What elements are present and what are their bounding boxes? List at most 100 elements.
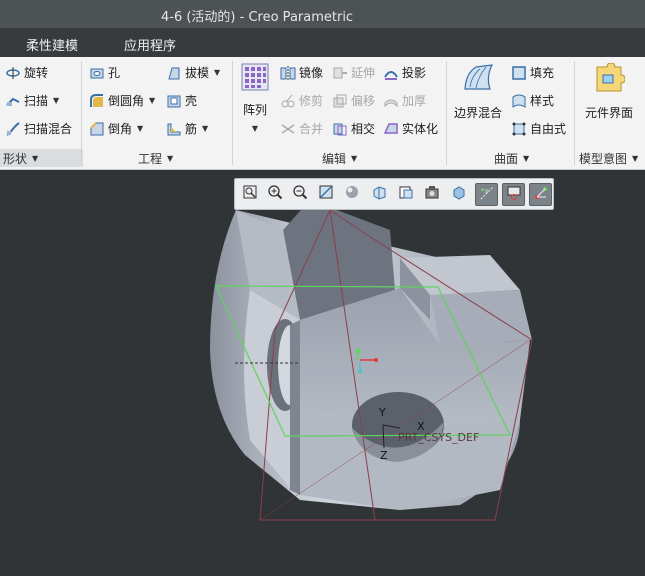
shell-button[interactable]: 壳: [166, 92, 197, 109]
freestyle-button[interactable]: 自由式: [511, 120, 566, 137]
boundary-blend-icon: [462, 63, 494, 93]
round-button[interactable]: 倒圆角 ▼: [89, 92, 155, 109]
freestyle-icon: [511, 121, 527, 137]
tab-flexible-modeling[interactable]: 柔性建模: [26, 35, 78, 54]
solidify-label: 实体化: [402, 122, 439, 136]
merge-icon: [280, 121, 296, 137]
component-interface-icon: [593, 62, 626, 93]
group-label-shape[interactable]: 形状 ▼: [0, 149, 83, 167]
revolve-label: 旋转: [24, 66, 49, 80]
graphics-area[interactable]: Y X Z PRT_CSYS_DEF: [0, 170, 645, 576]
chevron-down-icon: ▼: [167, 153, 174, 163]
rib-label: 筋: [185, 122, 198, 136]
chamfer-dropdown-icon[interactable]: ▼: [137, 124, 143, 133]
sweep-icon: [5, 93, 21, 109]
extend-button[interactable]: 延伸: [332, 64, 375, 81]
group-label-shape-text: 形状: [3, 151, 28, 166]
divider: [574, 61, 575, 165]
display-style-icon: [344, 184, 360, 203]
annotation-display-button[interactable]: [502, 183, 525, 206]
round-dropdown-icon[interactable]: ▼: [149, 96, 155, 105]
shell-icon: [166, 93, 182, 109]
zoom-out-button[interactable]: [289, 183, 310, 204]
merge-button[interactable]: 合并: [280, 120, 323, 137]
datum-display-icon: *x: [479, 185, 495, 204]
draft-icon: [166, 65, 182, 81]
offset-icon: [332, 93, 348, 109]
sweep-dropdown-icon[interactable]: ▼: [53, 96, 59, 105]
mirror-icon: [280, 65, 296, 81]
refit-button[interactable]: [239, 183, 260, 204]
draft-button[interactable]: 拔模 ▼: [166, 64, 220, 81]
pattern-button[interactable]: 阵列 ▼: [240, 63, 270, 133]
chevron-down-icon: ▼: [632, 153, 639, 163]
offset-button[interactable]: 偏移: [332, 92, 375, 109]
extend-icon: [332, 65, 348, 81]
annotation-display-icon: [506, 185, 522, 204]
mirror-button[interactable]: 镜像: [280, 64, 323, 81]
ribbon-tab-bar: 柔性建模 应用程序: [0, 28, 645, 57]
freestyle-label: 自由式: [530, 122, 567, 136]
hole-label: 孔: [108, 66, 121, 80]
draft-label: 拔模: [185, 66, 210, 80]
boundary-blend-button[interactable]: 边界混合: [452, 63, 504, 121]
chamfer-button[interactable]: 倒角 ▼: [89, 120, 143, 137]
axis-z-label: Z: [380, 449, 388, 462]
project-button[interactable]: 投影: [383, 64, 426, 81]
sweep-label: 扫描: [24, 94, 49, 108]
datum-display-button[interactable]: *x: [475, 183, 498, 206]
round-label: 倒圆角: [108, 94, 145, 108]
ribbon: 旋转 扫描 ▼ 扫描混合 形状 ▼ 孔 拔模 ▼ 倒圆角 ▼ 壳 倒角 ▼ 筋 …: [0, 57, 645, 170]
revolve-button[interactable]: 旋转: [5, 64, 48, 81]
fill-label: 填充: [530, 66, 555, 80]
view-manager-button[interactable]: [395, 183, 416, 204]
trim-icon: [280, 93, 296, 109]
refit-icon: [242, 184, 258, 203]
component-interface-button[interactable]: 元件界面: [582, 62, 636, 121]
divider: [81, 61, 82, 165]
axis-y-label: Y: [378, 406, 386, 419]
part-model[interactable]: Y X Z PRT_CSYS_DEF: [0, 170, 645, 576]
display-style-button[interactable]: [341, 183, 362, 204]
offset-label: 偏移: [351, 94, 376, 108]
trim-button[interactable]: 修剪: [280, 92, 323, 109]
saved-orientations-button[interactable]: [368, 183, 389, 204]
graphics-toolbar: *x: [234, 178, 554, 210]
boundary-blend-label: 边界混合: [453, 106, 502, 120]
zoom-in-button[interactable]: [264, 183, 285, 204]
pattern-dropdown-icon[interactable]: ▼: [252, 124, 258, 133]
pattern-icon: [241, 63, 269, 91]
group-label-surfaces[interactable]: 曲面 ▼: [494, 149, 529, 167]
spin-center-button[interactable]: [448, 183, 469, 204]
zoom-out-icon: [292, 184, 308, 203]
chevron-down-icon: ▼: [32, 153, 39, 163]
rib-dropdown-icon[interactable]: ▼: [202, 124, 208, 133]
thicken-icon: [383, 93, 399, 109]
component-interface-label: 元件界面: [584, 106, 633, 120]
chamfer-label: 倒角: [108, 122, 133, 136]
tab-applications[interactable]: 应用程序: [124, 35, 176, 54]
perspective-icon: [424, 184, 440, 203]
shell-label: 壳: [185, 94, 198, 108]
swept-blend-icon: [5, 121, 21, 137]
svg-text:*x: *x: [481, 187, 489, 195]
group-label-engineering[interactable]: 工程 ▼: [138, 149, 173, 167]
hole-button[interactable]: 孔: [89, 64, 120, 81]
rib-button[interactable]: 筋 ▼: [166, 120, 208, 137]
thicken-button[interactable]: 加厚: [383, 92, 426, 109]
group-label-model-intent[interactable]: 模型意图 ▼: [579, 149, 638, 167]
repaint-button[interactable]: [315, 183, 336, 204]
group-label-editing[interactable]: 编辑 ▼: [322, 149, 357, 167]
intersect-icon: [332, 121, 348, 137]
csys-display-button[interactable]: [529, 183, 552, 206]
sweep-button[interactable]: 扫描 ▼: [5, 92, 59, 109]
draft-dropdown-icon[interactable]: ▼: [214, 68, 220, 77]
intersect-button[interactable]: 相交: [332, 120, 375, 137]
mirror-label: 镜像: [299, 66, 324, 80]
solidify-button[interactable]: 实体化: [383, 120, 438, 137]
perspective-button[interactable]: [421, 183, 442, 204]
fill-button[interactable]: 填充: [511, 64, 554, 81]
swept-blend-button[interactable]: 扫描混合: [5, 120, 72, 137]
style-button[interactable]: 样式: [511, 92, 554, 109]
revolve-icon: [5, 65, 21, 81]
